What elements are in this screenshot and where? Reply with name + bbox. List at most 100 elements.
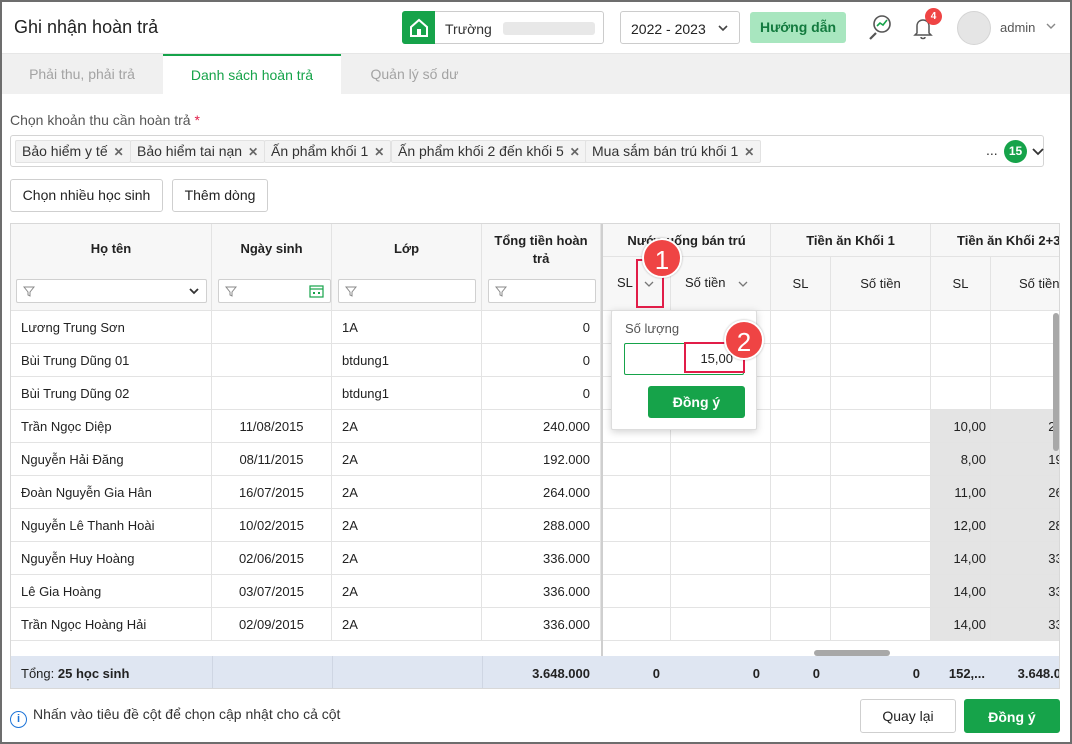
cell-g3-sl[interactable]: 14,00	[931, 542, 991, 575]
cell-empty[interactable]	[771, 476, 831, 509]
cell-dob[interactable]: 11/08/2015	[212, 410, 332, 443]
total-filter-input[interactable]	[488, 279, 596, 303]
cell-dob[interactable]: 16/07/2015	[212, 476, 332, 509]
cell-empty[interactable]	[771, 509, 831, 542]
guide-button[interactable]: Hướng dẫn	[750, 12, 846, 43]
cell-dob[interactable]	[212, 311, 332, 344]
cell-g3-amount[interactable]: 336	[991, 542, 1059, 575]
cell-g3-amount[interactable]	[991, 344, 1059, 377]
cell-g3-sl[interactable]: 14,00	[931, 608, 991, 641]
cell-empty[interactable]	[831, 509, 931, 542]
cell-dob[interactable]	[212, 344, 332, 377]
col-group-water[interactable]: Nước uống bán trú	[603, 224, 771, 257]
cell-g3-amount[interactable]: 336	[991, 575, 1059, 608]
vertical-scrollbar[interactable]	[1053, 313, 1059, 451]
cell-empty[interactable]	[771, 377, 831, 410]
cell-empty[interactable]	[771, 410, 831, 443]
cell-empty[interactable]	[771, 575, 831, 608]
cell-empty[interactable]	[831, 575, 931, 608]
cell-dob[interactable]: 02/09/2015	[212, 608, 332, 641]
col-header-g1-qty[interactable]: SL	[771, 257, 831, 311]
cell-g3-amount[interactable]: 336	[991, 608, 1059, 641]
cell-name[interactable]: Lê Gia Hoàng	[11, 575, 212, 608]
tab-refund-list[interactable]: Danh sách hoàn trả	[163, 54, 341, 94]
cell-g3-amount[interactable]: 192	[991, 443, 1059, 476]
tab-receivables[interactable]: Phải thu, phải trả	[2, 54, 162, 94]
fee-tag[interactable]: Bảo hiểm tai nạn ✕	[130, 140, 266, 163]
cell-g3-sl[interactable]	[931, 311, 991, 344]
cell-g3-amount[interactable]: 240	[991, 410, 1059, 443]
cell-dob[interactable]: 08/11/2015	[212, 443, 332, 476]
cell-g3-amount[interactable]	[991, 311, 1059, 344]
cell-total[interactable]: 336.000	[482, 542, 601, 575]
col-header-name[interactable]: Họ tên	[11, 224, 212, 311]
name-filter-select[interactable]	[16, 279, 207, 303]
cell-g3-sl[interactable]: 14,00	[931, 575, 991, 608]
cell-total[interactable]: 0	[482, 344, 601, 377]
close-icon[interactable]: ✕	[570, 145, 580, 159]
cell-g3-amount[interactable]: 288	[991, 509, 1059, 542]
close-icon[interactable]: ✕	[114, 145, 124, 159]
fee-tag[interactable]: Mua sắm bán trú khối 1 ✕	[585, 140, 762, 163]
col-header-g1-amount[interactable]: Số tiền	[831, 257, 931, 311]
cell-empty[interactable]	[603, 509, 671, 542]
cell-empty[interactable]	[771, 311, 831, 344]
cell-empty[interactable]	[603, 443, 671, 476]
cell-empty[interactable]	[671, 608, 771, 641]
cell-name[interactable]: Nguyễn Hải Đăng	[11, 443, 212, 476]
back-button[interactable]: Quay lại	[860, 699, 956, 733]
cell-empty[interactable]	[671, 443, 771, 476]
cell-total[interactable]: 0	[482, 311, 601, 344]
cell-empty[interactable]	[771, 542, 831, 575]
cell-dob[interactable]: 02/06/2015	[212, 542, 332, 575]
cell-total[interactable]: 192.000	[482, 443, 601, 476]
cell-class[interactable]: 2A	[332, 443, 482, 476]
chevron-down-icon[interactable]	[1044, 19, 1058, 33]
close-icon[interactable]: ✕	[744, 145, 754, 159]
cell-class[interactable]: 2A	[332, 575, 482, 608]
cell-name[interactable]: Nguyễn Lê Thanh Hoài	[11, 509, 212, 542]
cell-empty[interactable]	[603, 542, 671, 575]
avatar[interactable]	[957, 11, 991, 45]
cell-total[interactable]: 288.000	[482, 509, 601, 542]
fee-tag[interactable]: Bảo hiểm y tế ✕	[15, 140, 131, 163]
cell-name[interactable]: Trần Ngọc Diệp	[11, 410, 212, 443]
username[interactable]: admin	[1000, 20, 1035, 35]
cell-g3-sl[interactable]: 12,00	[931, 509, 991, 542]
col-group-meal-grade23[interactable]: Tiền ăn Khối 2+3	[931, 224, 1059, 257]
cell-empty[interactable]	[831, 410, 931, 443]
cell-empty[interactable]	[603, 476, 671, 509]
cell-total[interactable]: 336.000	[482, 608, 601, 641]
fee-tag[interactable]: Ấn phẩm khối 1 ✕	[264, 140, 392, 163]
cell-class[interactable]: btdung1	[332, 344, 482, 377]
cell-total[interactable]: 264.000	[482, 476, 601, 509]
cell-total[interactable]: 240.000	[482, 410, 601, 443]
cell-g3-sl[interactable]: 8,00	[931, 443, 991, 476]
cell-class[interactable]: 2A	[332, 608, 482, 641]
cell-empty[interactable]	[831, 608, 931, 641]
cell-class[interactable]: 2A	[332, 509, 482, 542]
col-group-meal-grade1[interactable]: Tiền ăn Khối 1	[771, 224, 931, 257]
cell-empty[interactable]	[771, 608, 831, 641]
col-header-class[interactable]: Lớp	[332, 224, 482, 311]
cell-empty[interactable]	[603, 608, 671, 641]
cell-empty[interactable]	[603, 575, 671, 608]
year-select[interactable]: 2022 - 2023	[620, 11, 740, 44]
tab-balance[interactable]: Quản lý số dư	[342, 54, 487, 94]
cell-empty[interactable]	[831, 311, 931, 344]
cell-g3-sl[interactable]	[931, 344, 991, 377]
close-icon[interactable]: ✕	[374, 145, 384, 159]
add-row-button[interactable]: Thêm dòng	[172, 179, 268, 212]
cell-empty[interactable]	[771, 344, 831, 377]
cell-class[interactable]: 2A	[332, 542, 482, 575]
class-filter-input[interactable]	[338, 279, 476, 303]
cell-empty[interactable]	[771, 443, 831, 476]
cell-name[interactable]: Lương Trung Sơn	[11, 311, 212, 344]
multi-student-button[interactable]: Chọn nhiều học sinh	[10, 179, 163, 212]
cell-empty[interactable]	[671, 542, 771, 575]
cell-empty[interactable]	[831, 344, 931, 377]
col-header-dob[interactable]: Ngày sinh	[212, 224, 332, 311]
col-header-g23-qty[interactable]: SL	[931, 257, 991, 311]
cell-empty[interactable]	[831, 476, 931, 509]
cell-dob[interactable]	[212, 377, 332, 410]
